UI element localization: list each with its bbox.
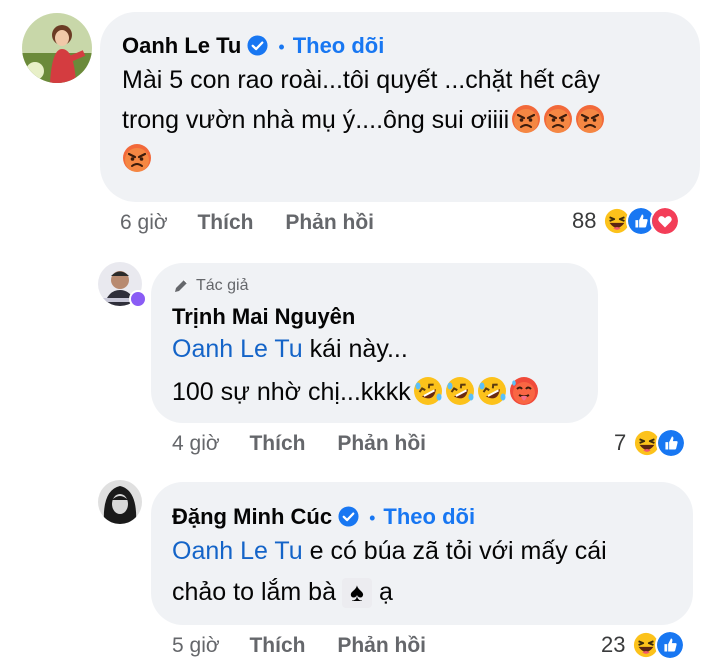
pouting-face-emoji-icon	[511, 104, 541, 134]
reaction-summary[interactable]: 88	[572, 206, 681, 236]
comment-text-span: kái này...	[302, 335, 408, 363]
comment-time[interactable]: 5 giờ	[172, 634, 220, 657]
like-action[interactable]: Thích	[197, 211, 253, 234]
comment-time[interactable]: 4 giờ	[172, 432, 220, 455]
comment-text-line	[122, 141, 692, 178]
comment-text: Mài 5 con rao roài...tôi quyết ...chặt h…	[122, 62, 692, 178]
verified-badge-icon	[338, 506, 359, 527]
mention-link[interactable]: Oanh Le Tu	[172, 537, 303, 565]
comment-text-line: Mài 5 con rao roài...tôi quyết ...chặt h…	[122, 66, 601, 94]
comment-author[interactable]: Đặng Minh Cúc	[172, 504, 332, 529]
author-tag: Tác giả	[172, 277, 248, 295]
comment-text-span: ạ	[372, 578, 393, 606]
rofl-emoji-icon	[445, 376, 475, 406]
like-reaction-icon	[655, 630, 686, 660]
follow-button[interactable]: Theo dõi	[293, 33, 385, 58]
comment-author[interactable]: Trịnh Mai Nguyên	[172, 304, 355, 330]
verified-badge-icon	[247, 35, 268, 56]
reply-action[interactable]: Phản hồi	[337, 432, 426, 455]
comment-text-span: e có búa zã tỏi với mấy cái	[302, 537, 607, 565]
reaction-count: 88	[572, 208, 597, 233]
comment-text: Oanh Le Tu e có búa zã tỏi với mấy cái c…	[172, 533, 607, 611]
reaction-count: 7	[614, 430, 627, 455]
mention-link[interactable]: Oanh Le Tu	[172, 335, 303, 363]
pencil-icon	[175, 279, 188, 292]
comment-text-span: chảo to lắm bà	[172, 578, 336, 606]
rofl-emoji-icon	[477, 376, 507, 406]
spade-suit-emoji-icon: ♠	[342, 577, 372, 608]
comment-actions: 5 giờ Thích Phản hồi	[172, 634, 426, 658]
comment-text-line: chảo to lắm bà ♠ ạ	[172, 574, 607, 611]
love-reaction-icon	[650, 206, 681, 236]
avatar[interactable]	[98, 480, 142, 524]
comment-actions: 4 giờ Thích Phản hồi	[172, 432, 426, 456]
comment-header: Đặng Minh Cúc • Theo dõi	[172, 504, 475, 530]
pouting-face-emoji-icon	[543, 104, 573, 134]
comment-text-line: Oanh Le Tu kái này...	[172, 331, 539, 368]
comment-text: Oanh Le Tu kái này... 100 sự nhờ chị...k…	[172, 331, 539, 411]
comment-text-span: 100 sự nhờ chị...kkkk	[172, 378, 411, 406]
like-reaction-icon	[656, 428, 687, 458]
comment-text-line: trong vườn nhà mụ ý....ông sui ơiiii	[122, 102, 692, 139]
pouting-face-emoji-icon	[575, 104, 605, 134]
like-action[interactable]: Thích	[249, 634, 305, 657]
reaction-summary[interactable]: 7	[614, 428, 687, 458]
reaction-count: 23	[601, 632, 626, 657]
hot-face-emoji-icon	[509, 376, 539, 406]
reply-action[interactable]: Phản hồi	[285, 211, 374, 234]
comment-author[interactable]: Oanh Le Tu	[122, 33, 241, 58]
separator-dot: •	[278, 37, 285, 57]
author-tag-label: Tác giả	[196, 277, 249, 294]
pouting-face-emoji-icon	[122, 143, 152, 173]
comment-text-line: Oanh Le Tu e có búa zã tỏi với mấy cái	[172, 533, 607, 570]
follow-button[interactable]: Theo dõi	[383, 504, 475, 529]
reply-action[interactable]: Phản hồi	[337, 634, 426, 657]
avatar-image	[98, 480, 142, 524]
separator-dot: •	[369, 508, 376, 528]
comment-header: Oanh Le Tu • Theo dõi	[122, 33, 384, 59]
avatar-status-dot	[129, 290, 147, 308]
rofl-emoji-icon	[413, 376, 443, 406]
avatar-image	[22, 13, 92, 83]
comment-text-span: trong vườn nhà mụ ý....ông sui ơiiii	[122, 106, 510, 134]
comment-text-line: 100 sự nhờ chị...kkkk	[172, 374, 539, 411]
reaction-summary[interactable]: 23	[601, 630, 686, 660]
comment-time[interactable]: 6 giờ	[120, 211, 168, 234]
comment-actions: 6 giờ Thích Phản hồi	[120, 211, 374, 235]
like-action[interactable]: Thích	[249, 432, 305, 455]
avatar[interactable]	[22, 13, 92, 83]
